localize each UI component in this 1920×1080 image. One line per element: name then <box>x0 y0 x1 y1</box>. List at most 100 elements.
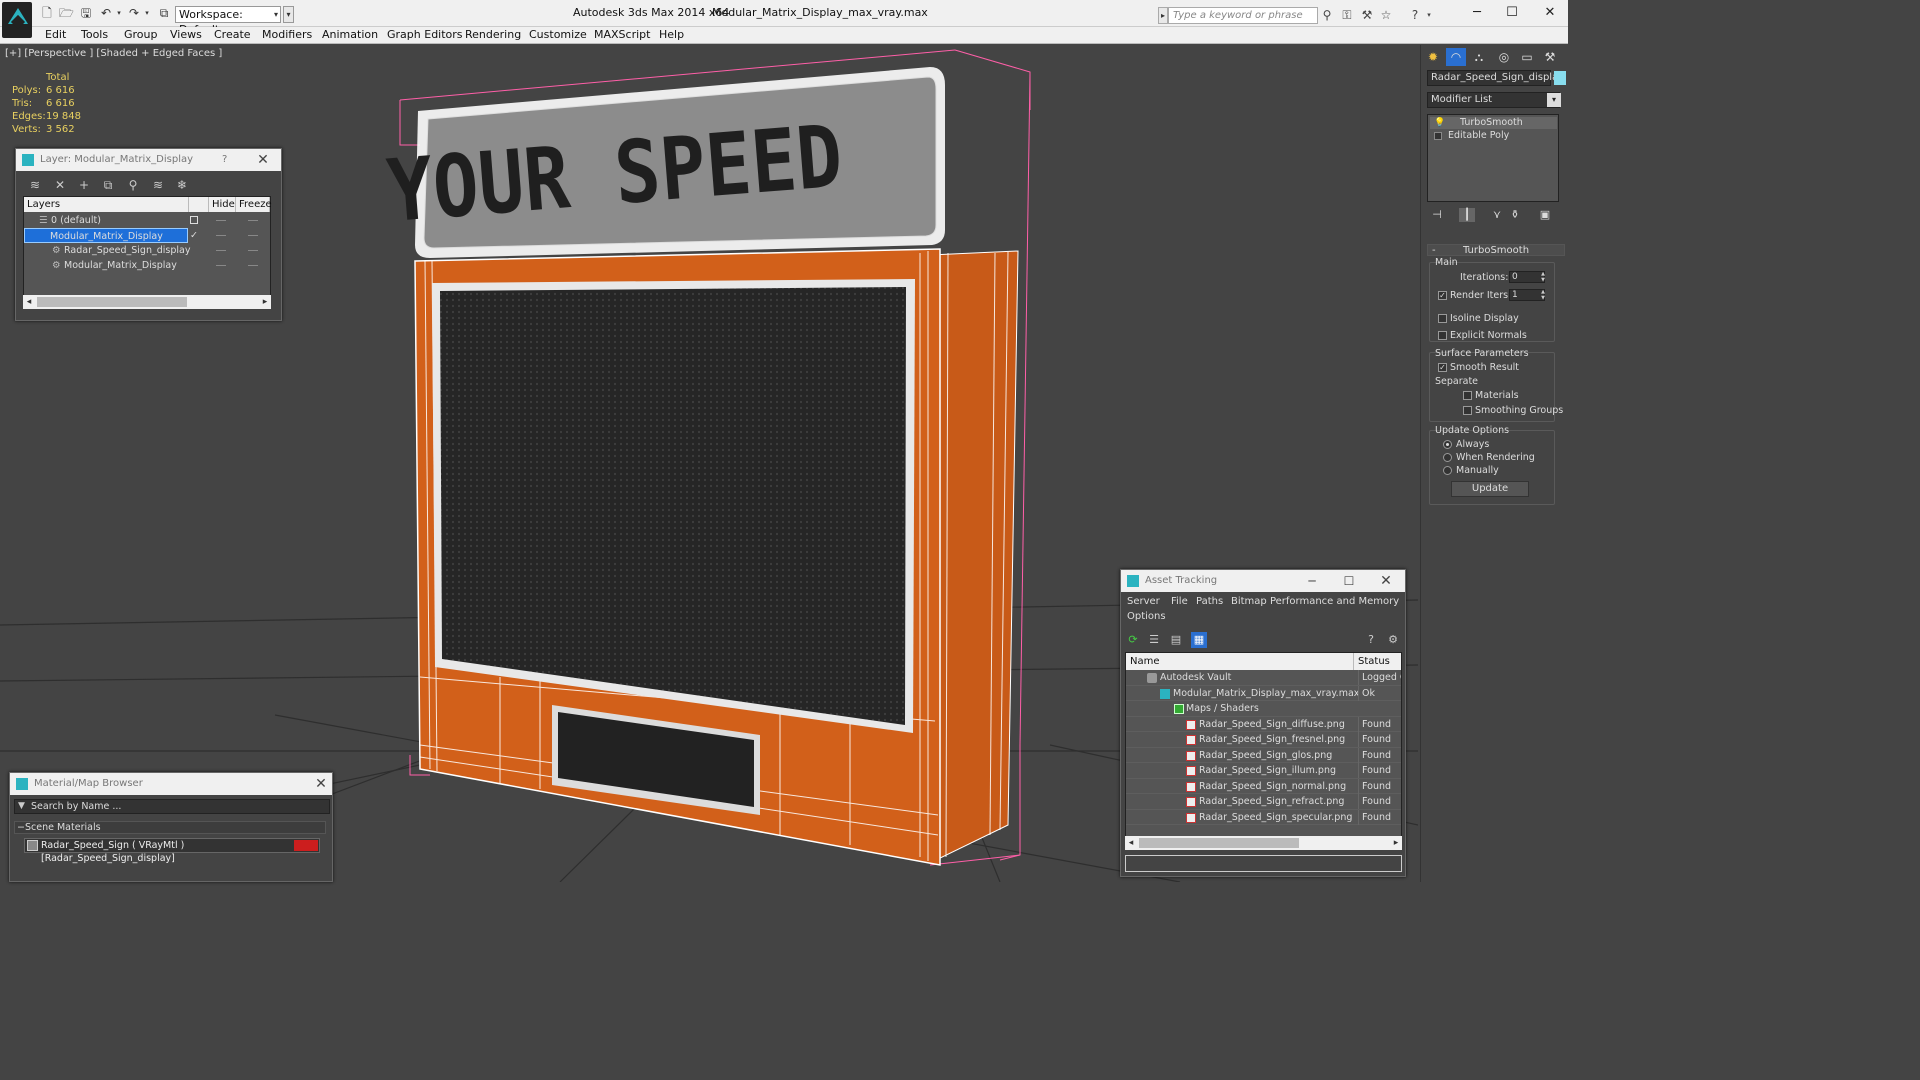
menu-file[interactable]: File <box>1171 596 1188 607</box>
scene-materials-section[interactable]: − Scene Materials <box>14 821 326 834</box>
new-file-icon[interactable]: 🗋 <box>40 6 54 20</box>
menu-help[interactable]: Help <box>659 28 684 41</box>
freeze-all-layers-icon[interactable]: ❄ <box>174 177 190 193</box>
hide-all-layers-icon[interactable]: ≋ <box>150 177 166 193</box>
pin-stack-icon[interactable]: ⊣ <box>1429 208 1445 222</box>
layer-dialog-titlebar[interactable]: Layer: Modular_Matrix_Display ? <box>16 149 281 171</box>
chevron-down-icon[interactable]: ▾ <box>1547 93 1561 107</box>
delete-layer-icon[interactable]: ✕ <box>52 177 68 193</box>
close-icon[interactable]: ✕ <box>1377 572 1395 590</box>
horizontal-scrollbar[interactable]: ◂ ▸ <box>1125 836 1402 850</box>
asset-row[interactable]: Autodesk Vault Logged Ou <box>1126 670 1401 686</box>
asset-row[interactable]: Radar_Speed_Sign_refract.png Found <box>1126 794 1401 810</box>
utilities-tab-icon[interactable]: ⚒ <box>1540 48 1560 66</box>
asset-row[interactable]: Radar_Speed_Sign_normal.png Found <box>1126 778 1401 794</box>
smoothing-groups-checkbox[interactable] <box>1463 406 1472 415</box>
menu-animation[interactable]: Animation <box>322 28 378 41</box>
spinner-arrows-icon[interactable]: ▲ ▼ <box>1539 271 1547 283</box>
scroll-thumb[interactable] <box>37 297 187 307</box>
motion-tab-icon[interactable]: ◎ <box>1494 48 1514 66</box>
modify-tab-icon[interactable]: ◠ <box>1446 48 1466 66</box>
undo-icon[interactable]: ↶ <box>99 6 113 20</box>
details-view-icon[interactable]: ▤ <box>1168 632 1184 648</box>
asset-row[interactable]: Radar_Speed_Sign_glos.png Found <box>1126 747 1401 763</box>
hide-toggle[interactable] <box>216 265 226 266</box>
help-icon[interactable]: ? <box>1363 632 1379 648</box>
col-layers[interactable]: Layers <box>24 197 189 212</box>
scroll-left-icon[interactable]: ◂ <box>1125 836 1137 850</box>
redo-dropdown-icon[interactable]: ▾ <box>140 6 154 20</box>
viewport-label[interactable]: [+] [Perspective ] [Shaded + Edged Faces… <box>5 48 222 59</box>
binoculars-icon[interactable]: ⚲ <box>1320 8 1334 22</box>
settings-icon[interactable]: ⚙ <box>1385 632 1401 648</box>
menu-options[interactable]: Options <box>1127 611 1166 622</box>
menu-maxscript[interactable]: MAXScript <box>594 28 650 41</box>
maximize-icon[interactable]: ☐ <box>1340 572 1358 590</box>
horizontal-scrollbar[interactable]: ◂ ▸ <box>23 295 271 309</box>
col-freeze[interactable]: Freeze <box>236 197 272 212</box>
highlight-layer-icon[interactable]: ⚲ <box>125 177 141 193</box>
configure-sets-icon[interactable]: ▣ <box>1537 208 1553 222</box>
menu-create[interactable]: Create <box>214 28 251 41</box>
close-icon[interactable]: ✕ <box>254 151 272 169</box>
menu-bitmap-performance[interactable]: Bitmap Performance and Memory <box>1231 596 1399 607</box>
select-in-layer-icon[interactable]: ⧉ <box>100 177 116 193</box>
update-button[interactable]: Update <box>1451 481 1529 497</box>
hide-toggle[interactable] <box>216 220 226 221</box>
asset-row[interactable]: Radar_Speed_Sign_diffuse.png Found <box>1126 716 1401 732</box>
menu-rendering[interactable]: Rendering <box>465 28 521 41</box>
remove-modifier-icon[interactable]: ⚱ <box>1507 208 1523 222</box>
stack-item-editable-poly[interactable]: Editable Poly <box>1430 130 1557 142</box>
manually-radio[interactable] <box>1443 466 1452 475</box>
scroll-right-icon[interactable]: ▸ <box>1390 836 1402 850</box>
project-folder-icon[interactable]: ⧉ <box>157 6 171 20</box>
redo-icon[interactable]: ↷ <box>127 6 141 20</box>
refresh-icon[interactable]: ⟳ <box>1125 632 1141 648</box>
help-icon[interactable]: ? <box>222 149 227 171</box>
menu-group[interactable]: Group <box>124 28 158 41</box>
scroll-right-icon[interactable]: ▸ <box>259 295 271 309</box>
asset-row[interactable]: Maps / Shaders <box>1126 701 1401 717</box>
help-dropdown-icon[interactable]: ▾ <box>1422 8 1436 22</box>
communication-center-icon[interactable]: ⚒ <box>1360 8 1374 22</box>
favorites-star-icon[interactable]: ☆ <box>1379 8 1393 22</box>
minimize-icon[interactable]: ─ <box>1303 572 1321 590</box>
close-icon[interactable]: ✕ <box>312 775 330 793</box>
spinner-arrows-icon[interactable]: ▲ ▼ <box>1539 289 1547 301</box>
smooth-result-checkbox[interactable]: ✓ <box>1438 363 1447 372</box>
modifier-list-dropdown[interactable]: Modifier List <box>1427 92 1560 108</box>
minimize-icon[interactable]: ─ <box>1467 4 1487 22</box>
filter-dropdown-icon[interactable]: ▼ <box>18 800 25 813</box>
turbosmooth-rollout-header[interactable]: - TurboSmooth <box>1427 244 1565 256</box>
explicit-normals-checkbox[interactable] <box>1438 331 1447 340</box>
expand-icon[interactable] <box>1434 132 1442 140</box>
material-browser-titlebar[interactable]: Material/Map Browser <box>10 773 332 795</box>
help-icon[interactable]: ? <box>1408 8 1422 22</box>
show-end-result-icon[interactable]: ┃ <box>1459 208 1475 222</box>
save-file-icon[interactable]: 🖫 <box>79 6 93 20</box>
isoline-checkbox[interactable] <box>1438 314 1447 323</box>
asset-row[interactable]: Radar_Speed_Sign_illum.png Found <box>1126 763 1401 779</box>
hide-toggle[interactable] <box>216 235 226 236</box>
when-rendering-radio[interactable] <box>1443 453 1452 462</box>
create-layer-icon[interactable]: ≋ <box>27 177 43 193</box>
maximize-icon[interactable]: ☐ <box>1502 4 1522 22</box>
material-search-input[interactable]: ▼ Search by Name ... <box>14 799 330 814</box>
subscription-icon[interactable]: ⚿ <box>1340 8 1354 22</box>
undo-dropdown-icon[interactable]: ▾ <box>112 6 126 20</box>
asset-row[interactable]: Radar_Speed_Sign_fresnel.png Found <box>1126 732 1401 748</box>
display-tab-icon[interactable]: ▭ <box>1517 48 1537 66</box>
materials-checkbox[interactable] <box>1463 391 1472 400</box>
workspace-dropdown[interactable]: Workspace: Default▾ <box>175 6 281 36</box>
add-to-layer-icon[interactable]: + <box>76 177 92 193</box>
material-item[interactable]: Radar_Speed_Sign ( VRayMtl ) [Radar_Spee… <box>24 838 320 864</box>
asset-row[interactable]: Radar_Speed_Sign_specular.png Found <box>1126 809 1401 825</box>
menu-tools[interactable]: Tools <box>81 28 108 41</box>
always-radio[interactable] <box>1443 440 1452 449</box>
open-file-icon[interactable]: 🗁 <box>59 6 74 20</box>
stack-item-turbosmooth[interactable]: 💡 TurboSmooth <box>1430 117 1557 129</box>
menu-server[interactable]: Server <box>1127 596 1160 607</box>
search-input[interactable]: Type a keyword or phrase <box>1168 7 1318 24</box>
freeze-toggle[interactable] <box>248 265 258 266</box>
layer-row[interactable]: − ☰ Modular_Matrix_Display ✓ <box>24 228 270 243</box>
